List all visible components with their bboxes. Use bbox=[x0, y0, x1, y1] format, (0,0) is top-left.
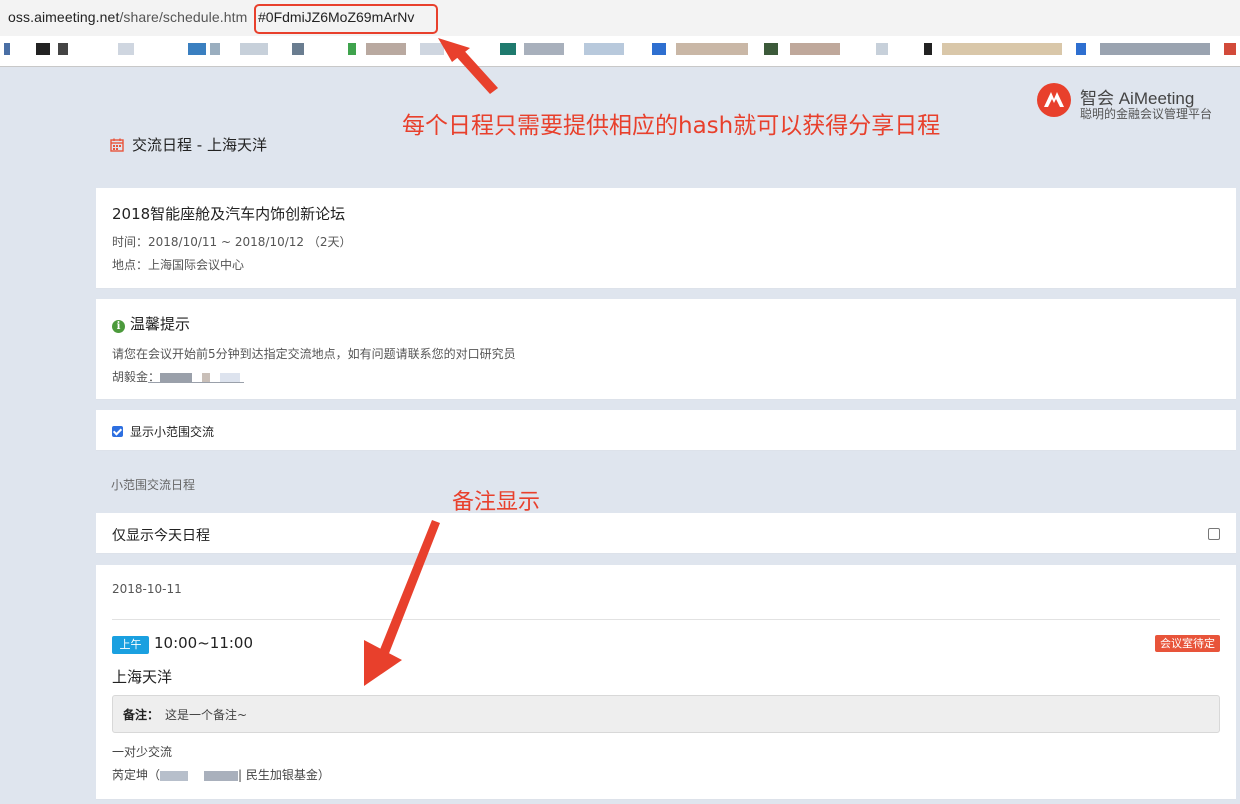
url-text[interactable]: oss.aimeeting.net/share/schedule.htm bbox=[8, 9, 247, 25]
schedule-time: 10:00~11:00 bbox=[154, 634, 254, 652]
remark-annotation: 备注显示 bbox=[452, 490, 541, 515]
calendar-icon bbox=[110, 138, 124, 152]
brand-tagline: 聪明的金融会议管理平台 bbox=[1080, 107, 1213, 121]
tip-contact: 胡毅金： bbox=[112, 368, 244, 385]
hash-highlight-box bbox=[254, 4, 438, 34]
bookmark-icon[interactable] bbox=[942, 43, 1062, 55]
event-time: 时间：2018/10/11 ~ 2018/10/12 （2天） bbox=[112, 233, 351, 250]
event-place: 地点：上海国际会议中心 bbox=[112, 256, 244, 273]
bookmarks-bar bbox=[0, 36, 1240, 67]
meeting-type: 一对少交流 bbox=[112, 745, 173, 759]
today-filter-card: 仅显示今天日程 bbox=[96, 513, 1236, 554]
bookmark-icon[interactable] bbox=[348, 43, 356, 55]
schedule-card: 2018-10-11 上午 10:00~11:00 会议室待定 上海天洋 备注：… bbox=[96, 565, 1236, 800]
period-badge: 上午 bbox=[112, 636, 149, 654]
url-host: oss.aimeeting.net bbox=[8, 9, 120, 25]
bookmark-icon[interactable] bbox=[58, 43, 68, 55]
bookmark-icon[interactable] bbox=[924, 43, 932, 55]
redacted-contact bbox=[220, 372, 241, 383]
bookmark-icon[interactable] bbox=[790, 43, 840, 55]
note-label: 备注： bbox=[123, 708, 160, 722]
bookmark-icon[interactable] bbox=[118, 43, 134, 55]
redacted-attendee bbox=[188, 770, 205, 781]
attendee-org: | 民生加银基金） bbox=[238, 768, 330, 782]
bookmark-icon[interactable] bbox=[584, 43, 624, 55]
bookmark-icon[interactable] bbox=[210, 43, 220, 55]
url-path: /share/schedule.htm bbox=[119, 9, 248, 25]
event-time-label: 时间： bbox=[112, 235, 149, 249]
bookmark-icon[interactable] bbox=[524, 43, 564, 55]
bookmark-icon[interactable] bbox=[500, 43, 516, 55]
bookmark-icon[interactable] bbox=[764, 43, 778, 55]
schedule-venue: 上海天洋 bbox=[112, 668, 173, 686]
event-info-card: 2018智能座舱及汽车内饰创新论坛 时间：2018/10/11 ~ 2018/1… bbox=[96, 188, 1236, 289]
contact-underline bbox=[148, 382, 244, 383]
bookmark-icon[interactable] bbox=[876, 43, 888, 55]
bookmark-icon[interactable] bbox=[1076, 43, 1086, 55]
filter-card: 显示小范围交流 bbox=[96, 410, 1236, 451]
redacted-contact bbox=[210, 372, 221, 383]
page-title-text: 交流日程 - 上海天洋 bbox=[132, 136, 267, 154]
bookmark-icon[interactable] bbox=[188, 43, 206, 55]
address-bar[interactable]: oss.aimeeting.net/share/schedule.htm bbox=[0, 0, 1240, 36]
tip-text: 请您在会议开始前5分钟到达指定交流地点，如有问题请联系您的对口研究员 bbox=[112, 347, 516, 361]
bookmark-icon[interactable] bbox=[676, 43, 748, 55]
section-label: 小范围交流日程 bbox=[111, 478, 196, 492]
page-title: 交流日程 - 上海天洋 bbox=[110, 134, 267, 155]
today-only-label[interactable]: 仅显示今天日程 bbox=[112, 525, 210, 545]
show-small-checkbox[interactable] bbox=[112, 426, 123, 437]
tip-card: i 温馨提示 请您在会议开始前5分钟到达指定交流地点，如有问题请联系您的对口研究员… bbox=[96, 299, 1236, 400]
divider bbox=[112, 619, 1220, 620]
tip-title: 温馨提示 bbox=[130, 315, 191, 333]
info-icon: i bbox=[112, 320, 125, 333]
status-badge: 会议室待定 bbox=[1155, 635, 1220, 652]
redacted-contact bbox=[202, 372, 211, 383]
event-place-label: 地点： bbox=[112, 258, 149, 272]
today-only-checkbox[interactable] bbox=[1208, 528, 1220, 540]
show-small-label[interactable]: 显示小范围交流 bbox=[130, 423, 214, 440]
redacted-contact bbox=[192, 372, 203, 383]
event-time-value: 2018/10/11 ~ 2018/10/12 （2天） bbox=[148, 235, 352, 249]
bookmark-icon[interactable] bbox=[1100, 43, 1210, 55]
bookmark-icon[interactable] bbox=[4, 43, 10, 55]
schedule-date: 2018-10-11 bbox=[112, 582, 182, 596]
tip-heading: i 温馨提示 bbox=[112, 313, 190, 334]
bookmark-icon[interactable] bbox=[240, 43, 268, 55]
redacted-attendee bbox=[204, 770, 239, 781]
bookmark-icon[interactable] bbox=[420, 43, 444, 55]
note-box: 备注： 这是一个备注~ bbox=[112, 695, 1220, 733]
attendee-name: 芮定坤（ bbox=[112, 768, 161, 782]
redacted-contact bbox=[160, 372, 193, 383]
bookmark-icon[interactable] bbox=[1224, 43, 1236, 55]
aimeeting-logo-icon bbox=[1037, 83, 1071, 117]
note-text: 这是一个备注~ bbox=[165, 708, 248, 722]
bookmark-icon[interactable] bbox=[292, 43, 304, 55]
bookmark-icon[interactable] bbox=[36, 43, 50, 55]
bookmark-icon[interactable] bbox=[366, 43, 406, 55]
redacted-attendee bbox=[160, 770, 189, 781]
hash-annotation: 每个日程只需要提供相应的hash就可以获得分享日程 bbox=[402, 113, 941, 139]
attendee: 芮定坤（ | 民生加银基金） bbox=[112, 766, 330, 783]
bookmark-icon[interactable] bbox=[652, 43, 666, 55]
event-name: 2018智能座舱及汽车内饰创新论坛 bbox=[112, 205, 346, 223]
event-place-value: 上海国际会议中心 bbox=[148, 258, 245, 272]
